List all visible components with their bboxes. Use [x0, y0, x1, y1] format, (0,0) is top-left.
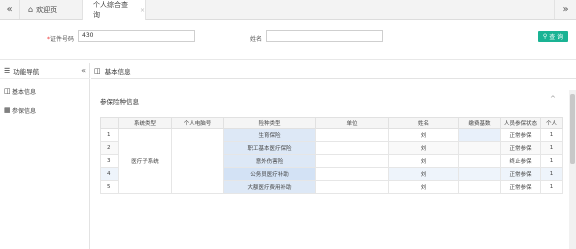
status-cell: 正常参保: [500, 167, 541, 181]
extra-cell: 1: [540, 180, 563, 194]
base-cell: [458, 167, 501, 181]
insure-type-cell: 公务员医疗补助: [223, 167, 316, 181]
table-header-row: 系统类型 个人电脑号 险种类型 单位 姓名 缴费基数 人员参保状态 个人: [100, 117, 563, 129]
sidebar-item-label: 基本信息: [12, 88, 37, 96]
extra-cell: 1: [540, 167, 563, 181]
unit-cell: [315, 154, 389, 168]
id-number-label: *证件号码: [47, 36, 75, 43]
column-header[interactable]: 个人: [540, 117, 563, 129]
document-icon: ◫: [94, 66, 101, 75]
sidebar-title: 功能导航: [13, 67, 40, 76]
table-row[interactable]: 1 医疗子系统 生育保险 刘 正常参保 1: [100, 128, 563, 194]
row-number: 2: [100, 141, 119, 155]
vertical-scrollbar[interactable]: [569, 90, 576, 249]
status-cell: 正常参保: [500, 180, 541, 194]
menu-icon: ☰: [4, 66, 11, 75]
base-cell: [458, 180, 501, 194]
name-cell: 刘: [388, 154, 459, 168]
id-number-input[interactable]: 430: [78, 30, 195, 42]
column-header[interactable]: 系统类型: [118, 117, 172, 129]
unit-cell: [315, 180, 389, 194]
search-icon: ⚲: [542, 33, 548, 40]
column-header[interactable]: 缴费基数: [458, 117, 501, 129]
tab-personal-query[interactable]: 个人综合查询 ×: [82, 0, 146, 20]
unit-cell: [315, 167, 389, 181]
extra-cell: 1: [540, 128, 563, 142]
base-cell: [458, 128, 501, 142]
sidebar-header: ☰ 功能导航 «: [0, 63, 90, 79]
unit-cell: [315, 128, 389, 142]
search-button-label: 查 询: [549, 34, 564, 41]
status-cell: 正常参保: [500, 128, 541, 142]
base-cell: [458, 141, 501, 155]
name-cell: 刘: [388, 141, 459, 155]
column-header[interactable]: 人员参保状态: [500, 117, 541, 129]
grid-icon: ▦: [4, 106, 11, 114]
column-header[interactable]: 险种类型: [223, 117, 316, 129]
sidebar-item-label: 参保信息: [12, 107, 37, 115]
sidebar-item-insurance-info[interactable]: ▦ 参保信息: [0, 102, 90, 118]
tab-welcome[interactable]: ⌂ 欢迎页: [22, 0, 80, 19]
row-number: 5: [100, 180, 119, 194]
row-number: 1: [100, 128, 119, 142]
tab-welcome-label: 欢迎页: [36, 5, 58, 14]
name-label: 姓名: [250, 36, 263, 43]
status-cell: 终止参保: [500, 154, 541, 168]
panel-header: ◫ 基本信息: [91, 63, 576, 79]
column-header[interactable]: 个人电脑号: [171, 117, 224, 129]
sidebar-item-basic-info[interactable]: ◫ 基本信息: [0, 83, 90, 99]
search-button[interactable]: ⚲ 查 询: [538, 31, 568, 42]
tab-scroll-left-button[interactable]: «: [0, 0, 20, 19]
close-icon[interactable]: ×: [140, 7, 145, 14]
tab-bar: « ⌂ 欢迎页 个人综合查询 × »: [0, 0, 576, 20]
unit-cell: [315, 141, 389, 155]
system-type-cell: 医疗子系统: [118, 128, 172, 194]
column-header[interactable]: 姓名: [388, 117, 459, 129]
document-icon: ◫: [4, 87, 11, 95]
row-number: 3: [100, 154, 119, 168]
home-icon: ⌂: [28, 5, 34, 14]
status-cell: 正常参保: [500, 141, 541, 155]
name-cell: 刘: [388, 128, 459, 142]
name-cell: 刘: [388, 167, 459, 181]
column-header[interactable]: 单位: [315, 117, 389, 129]
insure-type-cell: 生育保险: [223, 128, 316, 142]
insurance-table: 系统类型 个人电脑号 险种类型 单位 姓名 缴费基数 人员参保状态 个人 1 医…: [100, 117, 563, 194]
tab-scroll-right-button[interactable]: »: [554, 0, 576, 19]
name-cell: 刘: [388, 180, 459, 194]
base-cell: [458, 154, 501, 168]
collapse-sidebar-icon[interactable]: «: [81, 66, 86, 75]
row-number: 4: [100, 167, 119, 181]
extra-cell: 1: [540, 154, 563, 168]
function-nav-sidebar: ☰ 功能导航 « ◫ 基本信息 ▦ 参保信息: [0, 63, 90, 249]
tab-personal-query-label: 个人综合查询: [93, 1, 128, 19]
section-title: 参保险种信息: [100, 98, 139, 106]
chevron-up-icon[interactable]: ^: [550, 95, 556, 103]
insure-type-cell: 意外伤害险: [223, 154, 316, 168]
pc-number-cell: [171, 128, 224, 194]
panel-title: 基本信息: [104, 67, 131, 76]
extra-cell: 1: [540, 141, 563, 155]
scrollbar-thumb[interactable]: [570, 94, 575, 164]
search-form: *证件号码 430 姓名 ⚲ 查 询: [0, 20, 576, 60]
insure-type-cell: 职工基本医疗保险: [223, 141, 316, 155]
column-header: [100, 117, 119, 129]
name-input[interactable]: [266, 30, 383, 42]
insure-type-cell: 大额医疗费用补助: [223, 180, 316, 194]
